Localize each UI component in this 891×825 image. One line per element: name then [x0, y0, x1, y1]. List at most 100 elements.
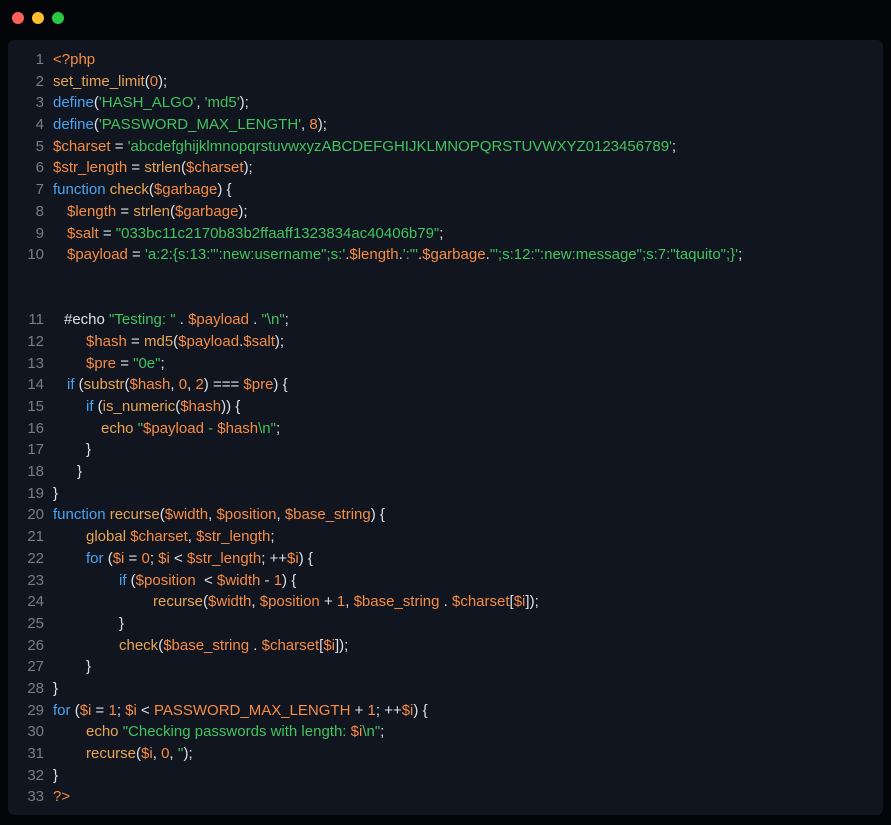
code-token: $charset [262, 637, 320, 654]
code-token: 'PASSWORD_MAX_LENGTH' [99, 116, 301, 133]
code-text: echo "Checking passwords with length: $i… [53, 721, 384, 743]
code-line: 21global $charset, $str_length; [8, 526, 883, 548]
line-number: 32 [8, 765, 44, 787]
code-line [8, 266, 883, 288]
code-token: set_time_limit [53, 73, 145, 90]
code-line: 32} [8, 765, 883, 787]
code-token: function [53, 181, 110, 198]
code-text: define('HASH_ALGO', 'md5'); [53, 92, 249, 114]
code-token: \n" [362, 723, 380, 740]
line-number: 4 [8, 114, 44, 136]
line-number: 18 [8, 461, 44, 483]
code-line: 6$str_length = strlen($charset); [8, 157, 883, 179]
code-text: recurse($i, 0, ''); [53, 743, 193, 765]
code-token: 'md5' [205, 94, 240, 111]
code-token: md5 [144, 333, 173, 350]
code-text: } [53, 483, 58, 505]
code-token: $position [136, 572, 196, 589]
code-token: $pre [86, 355, 116, 372]
code-token: $i [141, 745, 153, 762]
line-number: 15 [8, 396, 44, 418]
code-text: for ($i = 0; $i < $str_length; ++$i) { [53, 548, 313, 570]
code-token: ); [183, 745, 192, 762]
code-line: 10 $payload = 'a:2:{s:13:"':new:username"… [8, 244, 883, 266]
code-token: echo [86, 723, 123, 740]
code-token: $i [113, 550, 125, 567]
line-number: 19 [8, 483, 44, 505]
line-number: 8 [8, 201, 44, 223]
code-token: is_numeric [103, 398, 176, 415]
code-token: $payload [178, 333, 239, 350]
code-token: ; [439, 225, 443, 242]
line-number: 7 [8, 179, 44, 201]
code-token: ) { [371, 506, 385, 523]
code-text: $payload = 'a:2:{s:13:"':new:username";s… [53, 244, 742, 266]
code-token: 1 [337, 593, 345, 610]
code-token: ; ++ [376, 702, 402, 719]
code-token: = [99, 225, 116, 242]
code-text: function check($garbage) { [53, 179, 232, 201]
close-button[interactable] [12, 12, 24, 24]
line-number: 24 [8, 591, 44, 613]
code-token: 1 [368, 702, 376, 719]
code-token: $str_length [187, 550, 261, 567]
code-token: ); [240, 94, 249, 111]
code-token: if [86, 398, 98, 415]
code-token: recurse [110, 506, 160, 523]
code-token: 'HASH_ALGO' [99, 94, 196, 111]
code-token: 'a:2:{s:13:"':new:username";s:' [145, 246, 345, 263]
code-token: $i [80, 702, 92, 719]
code-token: $width [165, 506, 208, 523]
code-token: , [169, 745, 177, 762]
code-token: . [249, 311, 262, 328]
code-token: $i [351, 723, 363, 740]
minimize-button[interactable] [32, 12, 44, 24]
code-line: 2set_time_limit(0); [8, 71, 883, 93]
code-token: $charset [53, 138, 111, 155]
code-token: ); [244, 159, 253, 176]
code-token: } [53, 485, 58, 502]
code-line: 18} [8, 461, 883, 483]
code-token: ) { [282, 572, 296, 589]
code-token: $garbage [422, 246, 485, 263]
line-number: 14 [8, 374, 44, 396]
code-line: 13$pre = "0e"; [8, 353, 883, 375]
code-token: for [53, 702, 75, 719]
code-token: = [91, 702, 108, 719]
code-line: 9$salt = "033bc11c2170b83b2ffaaff1323834… [8, 223, 883, 245]
code-token: define [53, 116, 94, 133]
code-token: $charset [186, 159, 244, 176]
code-text: <?php [53, 49, 95, 71]
code-line: 17} [8, 439, 883, 461]
code-text: global $charset, $str_length; [53, 526, 274, 548]
code-token: PASSWORD_MAX_LENGTH [154, 702, 350, 719]
code-token: ) { [273, 376, 287, 393]
code-token: , [188, 528, 196, 545]
code-token: "\n" [261, 311, 284, 328]
code-token: ?> [53, 788, 70, 805]
code-line: 23if ($position < $width - 1) { [8, 570, 883, 592]
line-number: 10 [8, 244, 44, 266]
line-number: 30 [8, 721, 44, 743]
code-text: $salt = "033bc11c2170b83b2ffaaff1323834a… [53, 223, 443, 245]
line-number: 25 [8, 613, 44, 635]
code-line: 12$hash = md5($payload.$salt); [8, 331, 883, 353]
code-token: \n" [258, 420, 276, 437]
code-editor[interactable]: 1<?php2set_time_limit(0);3define('HASH_A… [8, 40, 883, 815]
maximize-button[interactable] [52, 12, 64, 24]
code-token: "Checking passwords with length: [123, 723, 351, 740]
code-text: $hash = md5($payload.$salt); [53, 331, 284, 353]
code-line: 20function recurse($width, $position, $b… [8, 504, 883, 526]
code-token: global [86, 528, 130, 545]
code-token: ]); [335, 637, 348, 654]
line-number: 2 [8, 71, 44, 93]
line-number: 26 [8, 635, 44, 657]
code-token: recurse [153, 593, 203, 610]
code-token: )) { [221, 398, 240, 415]
code-line: 31recurse($i, 0, ''); [8, 743, 883, 765]
code-token: } [53, 767, 58, 784]
code-token: = [127, 159, 144, 176]
code-token: '";s:12:":new:message";s:7:"taquito";}' [490, 246, 738, 263]
code-token: check [110, 181, 149, 198]
code-token: $base_string [285, 506, 371, 523]
